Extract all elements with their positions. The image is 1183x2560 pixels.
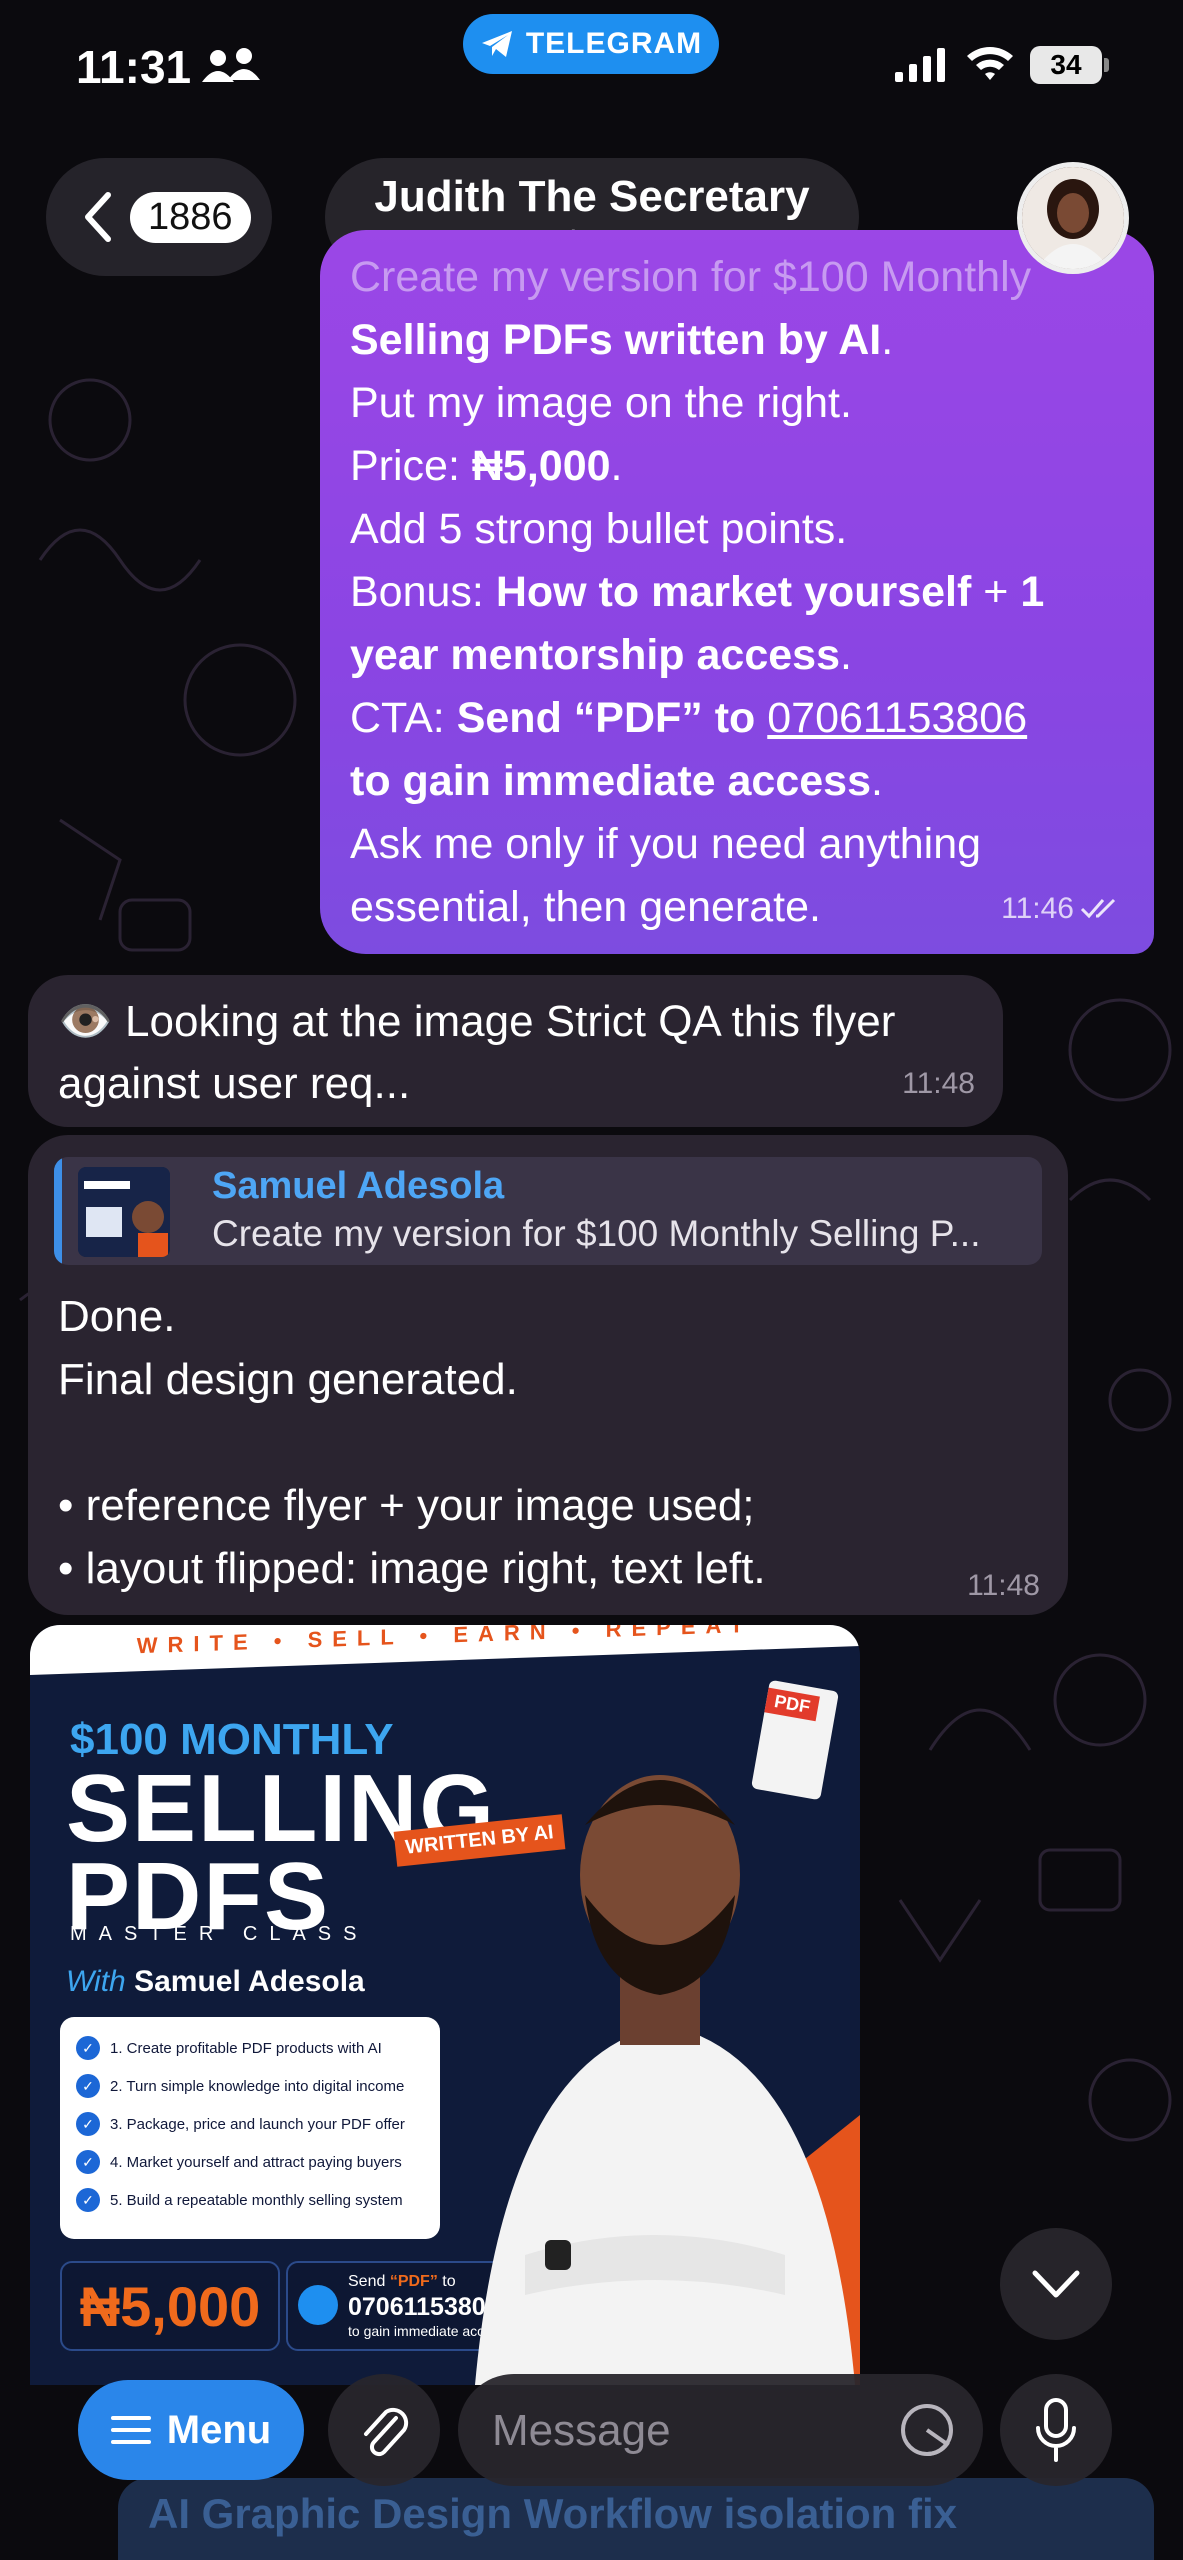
telegram-plane-icon [481, 31, 512, 57]
flyer-point-text: 2. Turn simple knowledge into digital in… [110, 2077, 405, 2095]
unread-count-badge: 1886 [130, 191, 251, 243]
flyer-point: ✓ 2. Turn simple knowledge into digital i… [76, 2067, 424, 2105]
time-text: 11:46 [1001, 892, 1074, 925]
bot-menu-button[interactable]: Menu [78, 2380, 304, 2480]
chevron-left-icon [85, 192, 111, 242]
message-line: Create my version for $100 Monthly [350, 253, 1032, 301]
message-text: Bonus: [350, 568, 496, 616]
check-icon: ✓ [76, 2188, 100, 2212]
reply-thumbnail [78, 1167, 170, 1257]
flyer-cta-word: Send [348, 2273, 390, 2290]
message-body: Done. Final design generated. • referenc… [54, 1265, 1042, 1600]
message-line: • layout flipped: image right, text left… [58, 1544, 766, 1593]
check-icon: ✓ [76, 2150, 100, 2174]
message-line: Add 5 strong bullet points. [350, 505, 848, 553]
flyer-point-text: 3. Package, price and launch your PDF of… [110, 2115, 405, 2133]
message-text: Price: [350, 442, 472, 490]
status-time: 11:31 [76, 41, 192, 93]
flyer-author: Samuel Adesola [134, 1965, 365, 1998]
message-line: Final design generated. [58, 1355, 518, 1404]
message-text: Looking at the image Strict QA this flye… [125, 997, 896, 1046]
bottom-banner-text: AI Graphic Design Workflow isolation fix [148, 2490, 957, 2537]
price-text: ₦5,000 [471, 442, 611, 490]
chat-name: Judith The Secretary [374, 172, 810, 221]
flyer-author-line: With Samuel Adesola [66, 1965, 365, 1999]
message-bold: How to market yourself [495, 568, 972, 616]
bot-avatar[interactable] [1017, 162, 1129, 274]
message-input[interactable] [490, 2402, 874, 2460]
flyer-with: With [66, 1965, 126, 1998]
message-bold: to gain immediate access [350, 757, 871, 805]
message-text: CTA: [350, 694, 457, 742]
flyer-tagline: WRITE • SELL • EARN • REPEAT [30, 1625, 860, 1675]
flyer-point: ✓ 4. Market yourself and attract paying b… [76, 2143, 424, 2181]
message-bold: Selling PDFs written by AI [350, 316, 882, 364]
battery-nub [1104, 58, 1109, 72]
message-text: + [971, 568, 1021, 616]
cellular-signal-icon [895, 48, 945, 82]
phone-link[interactable]: 07061153806 [767, 694, 1027, 742]
scroll-to-bottom-button[interactable] [1000, 2228, 1112, 2340]
message-text: against user req... [58, 1059, 411, 1108]
wifi-icon [967, 47, 1013, 80]
flyer-point: ✓ 3. Package, price and launch your PDF o… [76, 2105, 424, 2143]
flyer-point: ✓ 1. Create profitable PDF products with … [76, 2029, 424, 2067]
flyer-master-class: MASTER CLASS [70, 1923, 369, 1945]
pdf-tag: PDF [764, 1687, 820, 1722]
message-line: Done. [58, 1292, 176, 1341]
reply-snippet: Create my version for $100 Monthly Selli… [212, 1213, 981, 1254]
flyer-person-photo [475, 1775, 860, 2385]
focus-people-icon [202, 48, 260, 82]
battery-indicator: 34 [1030, 46, 1102, 84]
reply-author: Samuel Adesola [212, 1165, 505, 1207]
microphone-icon [1036, 2398, 1076, 2462]
avatar-image [1022, 167, 1124, 269]
message-time: 11:48 [967, 1569, 1040, 1602]
flyer-points-card: ✓ 1. Create profitable PDF products with … [60, 2017, 440, 2239]
menu-icon [110, 2416, 151, 2444]
message-line: • reference flyer + your image used; [58, 1481, 755, 1530]
incoming-reply-message[interactable]: Samuel Adesola Create my version for $10… [28, 1135, 1068, 1615]
incoming-status-message[interactable]: 👁️ Looking at the image Strict QA this f… [28, 975, 1003, 1127]
reply-accent-bar [54, 1157, 62, 1265]
attach-button[interactable] [328, 2374, 440, 2486]
flyer-cta-keyword: “PDF” [389, 2273, 438, 2290]
flyer-image-message[interactable]: WRITE • SELL • EARN • REPEAT $100 MONTHL… [30, 1625, 860, 2385]
telegram-pill[interactable]: TELEGRAM [463, 14, 719, 74]
sticker-icon[interactable] [897, 2400, 957, 2460]
voice-message-button[interactable] [1000, 2374, 1112, 2486]
flyer-point-text: 5. Build a repeatable monthly selling sy… [110, 2191, 403, 2209]
bottom-banner[interactable]: AI Graphic Design Workflow isolation fix [118, 2478, 1154, 2560]
message-line: Put my image on the right. [350, 379, 852, 427]
flyer-price: ₦5,000 [60, 2261, 280, 2351]
reply-quote[interactable]: Samuel Adesola Create my version for $10… [54, 1157, 1042, 1265]
eye-emoji-icon: 👁️ [58, 997, 113, 1046]
message-time: 11:46 [1001, 877, 1120, 940]
telegram-pill-label: TELEGRAM [525, 27, 703, 60]
message-bold: Send “PDF” to [456, 694, 768, 742]
telegram-plane-icon [298, 2285, 338, 2325]
back-button[interactable]: 1886 [46, 158, 272, 276]
flyer-point-text: 1. Create profitable PDF products with A… [110, 2039, 382, 2057]
paperclip-icon [364, 2407, 409, 2457]
flyer-point-text: 4. Market yourself and attract paying bu… [110, 2153, 402, 2171]
status-bar: 11:31 TELEGRAM 34 [0, 0, 1183, 130]
check-icon: ✓ [76, 2074, 100, 2098]
double-check-icon [1080, 898, 1116, 918]
message-bold: 1 [1020, 568, 1045, 616]
outgoing-message[interactable]: Create my version for $100 Monthly Selli… [320, 230, 1154, 954]
check-icon: ✓ [76, 2112, 100, 2136]
message-bold: year mentorship access [350, 631, 840, 679]
check-icon: ✓ [76, 2036, 100, 2060]
message-time: 11:48 [902, 1067, 975, 1100]
menu-label: Menu [166, 2407, 272, 2452]
chevron-down-icon [1032, 2270, 1080, 2298]
flyer-point: ✓ 5. Build a repeatable monthly selling s… [76, 2181, 424, 2219]
message-line: Ask me only if you need anything [350, 820, 982, 868]
message-input-field[interactable] [458, 2374, 983, 2486]
